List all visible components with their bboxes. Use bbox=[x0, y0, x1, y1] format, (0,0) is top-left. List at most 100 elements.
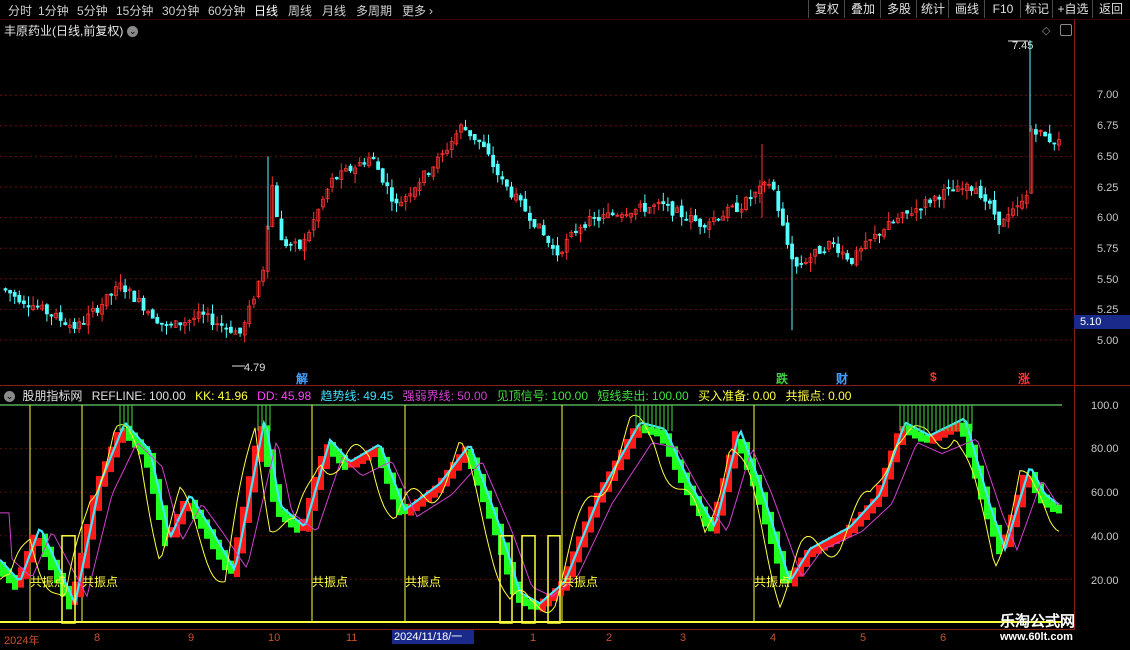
candle-body bbox=[348, 165, 353, 172]
low-price-marker: 4.79 bbox=[244, 362, 266, 374]
period-daily[interactable]: 日线 bbox=[254, 2, 278, 19]
stats-button[interactable]: 统计 bbox=[916, 0, 949, 18]
draw-button[interactable]: 画线 bbox=[948, 0, 985, 18]
date-label: 3 bbox=[680, 632, 687, 644]
candle-body bbox=[334, 177, 339, 180]
chevron-right-icon: › bbox=[429, 4, 434, 18]
candle-body bbox=[1034, 129, 1038, 135]
candle-body bbox=[481, 141, 486, 147]
candle-body bbox=[546, 235, 551, 243]
candle-body bbox=[380, 168, 385, 183]
candle-body bbox=[666, 203, 670, 206]
panel-toggle-icon[interactable] bbox=[1060, 24, 1072, 36]
date-label: 10 bbox=[268, 632, 281, 644]
candle-body bbox=[702, 224, 707, 228]
resonance-label: 共振点 bbox=[754, 575, 791, 589]
candle-body bbox=[495, 163, 500, 176]
date-label: 6 bbox=[940, 632, 947, 644]
candle-body bbox=[877, 233, 882, 236]
period-weekly[interactable]: 周线 bbox=[288, 2, 312, 19]
candle-body bbox=[781, 208, 785, 226]
f10-button[interactable]: F10 bbox=[984, 0, 1021, 18]
candle-body bbox=[288, 243, 293, 246]
candle-body bbox=[555, 245, 560, 256]
candle-body bbox=[63, 322, 68, 325]
mark-button[interactable]: 标记 bbox=[1020, 0, 1053, 18]
buy-prep-step bbox=[521, 535, 536, 624]
date-label: 11 bbox=[346, 632, 358, 644]
indicator-axis-label: 100.0 bbox=[1091, 400, 1119, 412]
date-label: 9 bbox=[188, 632, 195, 644]
date-label: 2 bbox=[606, 632, 613, 644]
candle-body bbox=[523, 198, 528, 212]
candle-body bbox=[785, 222, 790, 245]
candle-body bbox=[8, 290, 13, 294]
candle-body bbox=[905, 210, 909, 214]
candle-body bbox=[988, 200, 992, 204]
period-monthly[interactable]: 月线 bbox=[322, 2, 346, 19]
diamond-icon[interactable]: ◇ bbox=[1042, 24, 1050, 37]
candle-body bbox=[385, 182, 390, 187]
price-label: 5.50 bbox=[1097, 274, 1119, 286]
candle-body bbox=[983, 194, 988, 202]
adjust-button[interactable]: 复权 bbox=[808, 0, 845, 18]
selected-date[interactable]: 2024/11/18/一 bbox=[392, 630, 474, 644]
resonance-label: 共振点 bbox=[562, 575, 599, 589]
candle-body bbox=[219, 323, 224, 326]
candle-body bbox=[150, 309, 155, 319]
candle-body bbox=[394, 198, 399, 204]
candle-body bbox=[541, 225, 546, 236]
candle-body bbox=[997, 211, 1001, 226]
candle-body bbox=[951, 189, 955, 192]
panel-divider[interactable] bbox=[0, 385, 1130, 386]
candle-body bbox=[776, 190, 781, 212]
candle-body bbox=[159, 322, 164, 325]
candlestick-chart[interactable] bbox=[0, 19, 1074, 385]
indicator-axis-label: 60.00 bbox=[1091, 487, 1119, 499]
candle-body bbox=[297, 239, 302, 249]
candle-body bbox=[597, 217, 601, 221]
candle-body bbox=[528, 212, 532, 221]
candle-body bbox=[201, 311, 206, 315]
date-label: 2024年 bbox=[4, 635, 40, 647]
period-intraday[interactable]: 分时 bbox=[8, 2, 32, 19]
candle-body bbox=[284, 239, 289, 247]
period-multi[interactable]: 多周期 bbox=[356, 2, 392, 19]
indicator-axis-label: 20.00 bbox=[1091, 575, 1119, 587]
candle-body bbox=[228, 326, 233, 333]
indicator-chart[interactable] bbox=[0, 400, 1074, 630]
price-label: 5.00 bbox=[1097, 335, 1119, 347]
candle-body bbox=[35, 305, 40, 308]
trend-bar bbox=[654, 428, 660, 437]
price-label: 6.25 bbox=[1097, 182, 1119, 194]
multi-stock-button[interactable]: 多股 bbox=[880, 0, 917, 18]
candle-body bbox=[468, 130, 473, 137]
back-button[interactable]: 返回 bbox=[1092, 0, 1129, 18]
event-marker[interactable]: $ bbox=[930, 370, 937, 384]
overlay-button[interactable]: 叠加 bbox=[844, 0, 881, 18]
period-60min[interactable]: 60分钟 bbox=[208, 2, 245, 19]
period-30min[interactable]: 30分钟 bbox=[162, 2, 199, 19]
candle-body bbox=[279, 218, 284, 241]
period-15min[interactable]: 15分钟 bbox=[116, 2, 153, 19]
period-5min[interactable]: 5分钟 bbox=[77, 2, 108, 19]
candle-body bbox=[919, 208, 923, 211]
period-more[interactable]: 更多 › bbox=[402, 2, 433, 19]
candle-body bbox=[610, 212, 615, 216]
candle-body bbox=[771, 181, 776, 190]
candle-body bbox=[141, 297, 146, 311]
indicator-axis-label: 80.00 bbox=[1091, 443, 1119, 455]
watermark-url: www.60lt.com bbox=[1000, 631, 1073, 643]
candle-body bbox=[362, 162, 367, 165]
candle-body bbox=[472, 134, 477, 141]
candle-body bbox=[532, 219, 537, 228]
price-label: 7.00 bbox=[1097, 89, 1119, 101]
candle-body bbox=[799, 263, 804, 265]
buy-prep-step bbox=[547, 535, 561, 624]
period-1min[interactable]: 1分钟 bbox=[38, 2, 69, 19]
add-watchlist-button[interactable]: +自选 bbox=[1052, 0, 1093, 18]
period-toolbar: 分时 1分钟 5分钟 15分钟 30分钟 60分钟 日线 周线 月线 多周期 更… bbox=[0, 0, 1130, 20]
candle-body bbox=[817, 246, 822, 254]
resonance-label: 共振点 bbox=[312, 575, 349, 589]
candle-body bbox=[45, 304, 49, 315]
